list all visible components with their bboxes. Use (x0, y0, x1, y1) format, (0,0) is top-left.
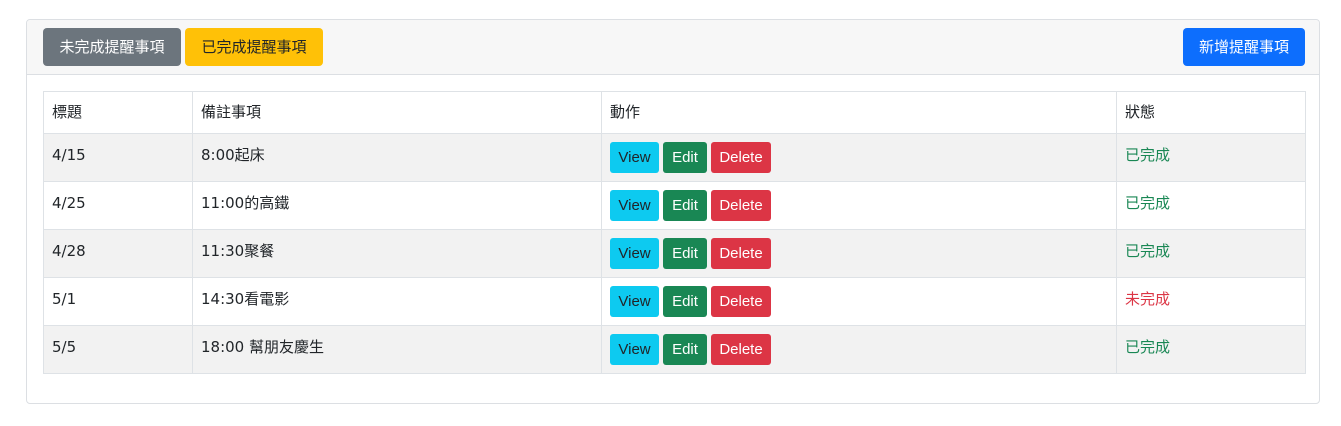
add-reminder-button[interactable]: 新增提醒事項 (1183, 28, 1305, 66)
reminder-note: 14:30看電影 (192, 277, 602, 326)
reminder-actions: View Edit Delete (601, 181, 1117, 230)
delete-button[interactable]: Delete (711, 238, 771, 269)
table-row: 4/28 11:30聚餐 View Edit Delete 已完成 (43, 229, 1306, 278)
table-header-row: 標題 備註事項 動作 狀態 (43, 91, 1306, 134)
table-row: 4/25 11:00的高鐵 View Edit Delete 已完成 (43, 181, 1306, 230)
reminder-actions: View Edit Delete (601, 277, 1117, 326)
column-header-title: 標題 (43, 91, 193, 134)
edit-button[interactable]: Edit (663, 238, 707, 269)
edit-button[interactable]: Edit (663, 142, 707, 173)
delete-button[interactable]: Delete (711, 334, 771, 365)
delete-button[interactable]: Delete (711, 286, 771, 317)
table-row: 5/1 14:30看電影 View Edit Delete 未完成 (43, 277, 1306, 326)
edit-button[interactable]: Edit (663, 190, 707, 221)
reminder-note: 11:30聚餐 (192, 229, 602, 278)
reminders-table: 標題 備註事項 動作 狀態 4/15 8:00起床 View Edit Delete 已完… (43, 91, 1306, 374)
view-button[interactable]: View (610, 190, 659, 221)
reminder-actions: View Edit Delete (601, 325, 1117, 374)
edit-button[interactable]: Edit (663, 334, 707, 365)
reminder-status: 未完成 (1116, 277, 1306, 326)
reminder-actions: View Edit Delete (601, 133, 1117, 182)
view-button[interactable]: View (610, 142, 659, 173)
card-header: 未完成提醒事項 已完成提醒事項 新增提醒事項 (27, 20, 1319, 75)
reminder-note: 8:00起床 (192, 133, 602, 182)
reminder-title: 5/1 (43, 277, 193, 326)
completed-reminders-button[interactable]: 已完成提醒事項 (185, 28, 323, 66)
incomplete-reminders-button[interactable]: 未完成提醒事項 (43, 28, 181, 66)
column-header-actions: 動作 (601, 91, 1117, 134)
reminder-status: 已完成 (1116, 325, 1306, 374)
column-header-status: 狀態 (1116, 91, 1306, 134)
reminder-title: 4/28 (43, 229, 193, 278)
reminder-title: 4/15 (43, 133, 193, 182)
reminder-actions: View Edit Delete (601, 229, 1117, 278)
reminder-note: 11:00的高鐵 (192, 181, 602, 230)
reminder-status: 已完成 (1116, 181, 1306, 230)
table-row: 5/5 18:00 幫朋友慶生 View Edit Delete 已完成 (43, 325, 1306, 374)
view-button[interactable]: View (610, 334, 659, 365)
reminder-title: 4/25 (43, 181, 193, 230)
view-button[interactable]: View (610, 238, 659, 269)
delete-button[interactable]: Delete (711, 190, 771, 221)
view-button[interactable]: View (610, 286, 659, 317)
column-header-note: 備註事項 (192, 91, 602, 134)
edit-button[interactable]: Edit (663, 286, 707, 317)
delete-button[interactable]: Delete (711, 142, 771, 173)
reminder-status: 已完成 (1116, 229, 1306, 278)
reminder-note: 18:00 幫朋友慶生 (192, 325, 602, 374)
reminder-status: 已完成 (1116, 133, 1306, 182)
table-row: 4/15 8:00起床 View Edit Delete 已完成 (43, 133, 1306, 182)
reminder-title: 5/5 (43, 325, 193, 374)
reminders-card: 未完成提醒事項 已完成提醒事項 新增提醒事項 標題 備註事項 動作 狀態 4/1… (26, 19, 1320, 404)
